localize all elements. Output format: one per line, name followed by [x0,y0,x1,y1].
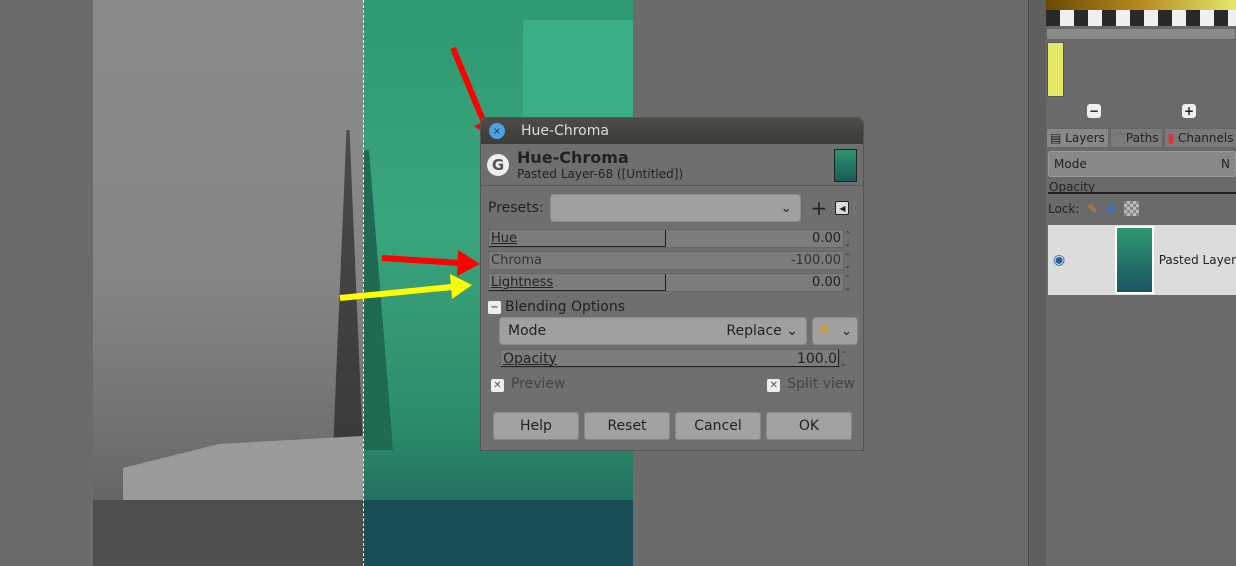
checkbox-checked-icon: ✕ [767,379,781,392]
hue-chroma-dialog: × Hue-Chroma G Hue-Chroma Pasted Layer-6… [480,117,864,451]
dialog-title: Hue-Chroma [517,148,629,167]
tab-channels[interactable]: ▮ Channels [1163,128,1236,148]
gradient-bar [1046,0,1236,10]
paths-icon: ⌒ [1113,131,1126,146]
tab-paths[interactable]: ⌒ Paths [1109,128,1163,148]
visibility-eye-icon[interactable]: ◉ [1053,252,1065,268]
composite-mode-combo[interactable]: ↺ ⌄ [812,317,858,345]
composite-reset-icon: ↺ [818,323,829,339]
lock-alpha-icon[interactable] [1123,201,1139,216]
opacity-slider[interactable]: Opacity 100.0 ⌃ ⌄ [500,349,847,368]
dialog-header: G Hue-Chroma Pasted Layer-68 ([Untitled]… [481,144,863,186]
add-preset-icon[interactable]: + [811,196,828,220]
dialog-titlebar[interactable]: × Hue-Chroma [481,118,863,144]
help-button[interactable]: Help [493,412,579,440]
split-view-checkbox[interactable]: ✕ Split view [767,376,855,392]
lightness-slider[interactable]: Lightness 0.00 ⌃ ⌄ [488,273,851,292]
chevron-down-icon: ⌄ [841,323,852,339]
color-swatch[interactable] [1047,42,1064,97]
zoom-out-icon[interactable]: − [1087,104,1101,118]
gegl-icon: G [487,153,509,176]
dialog-subtitle: Pasted Layer-68 ([Untitled]) [517,167,684,181]
layer-opacity-slider[interactable]: Opacity [1048,180,1236,194]
blending-options-expander[interactable]: − Blending Options [488,299,855,315]
right-dock: − + ▤ Layers ⌒ Paths ▮ Channels Mode N Opa… [1046,0,1236,566]
cancel-button[interactable]: Cancel [675,412,761,440]
lock-pixels-icon[interactable]: ✎ [1087,202,1097,216]
opacity-spinner[interactable]: ⌃ ⌄ [838,350,849,368]
chevron-down-icon: ⌄ [780,200,792,216]
layer-thumbnail [1115,226,1154,294]
chroma-spinner[interactable]: ⌃ ⌄ [842,252,853,270]
lock-position-icon[interactable]: ✥ [1105,202,1115,216]
lightness-spinner[interactable]: ⌃ ⌄ [842,274,853,292]
layer-mode-select[interactable]: Mode N [1048,151,1236,177]
layer-row[interactable]: ◉ Pasted Layer [1048,225,1236,295]
ok-button[interactable]: OK [766,412,852,440]
zoom-in-icon[interactable]: + [1182,104,1196,118]
hue-spinner[interactable]: ⌃ ⌄ [842,230,853,248]
chevron-down-icon: ⌄ [786,323,798,339]
blend-mode-combo[interactable]: Mode Replace ⌄ [499,317,807,345]
chroma-slider[interactable]: Chroma -100.00 ⌃ ⌄ [488,251,851,270]
red-arrow-icon [381,250,480,276]
tab-layers[interactable]: ▤ Layers [1046,128,1109,148]
presets-combo[interactable]: ⌄ [549,194,801,222]
yellow-arrow-icon [339,274,472,301]
layers-icon: ▤ [1050,131,1062,145]
preset-menu-icon[interactable]: ◀ [835,201,850,215]
layer-preview-thumbnail [834,149,857,182]
dock-separator[interactable] [1028,0,1046,566]
reset-button[interactable]: Reset [584,412,670,440]
gradient-stops[interactable] [1046,10,1236,26]
close-icon[interactable]: × [489,123,505,139]
preview-checkbox[interactable]: ✕ Preview [491,376,566,392]
hue-slider[interactable]: Hue 0.00 ⌃ ⌄ [488,229,851,248]
channels-icon: ▮ [1167,131,1175,145]
checkbox-checked-icon: ✕ [491,379,504,392]
collapse-icon: − [488,300,501,314]
